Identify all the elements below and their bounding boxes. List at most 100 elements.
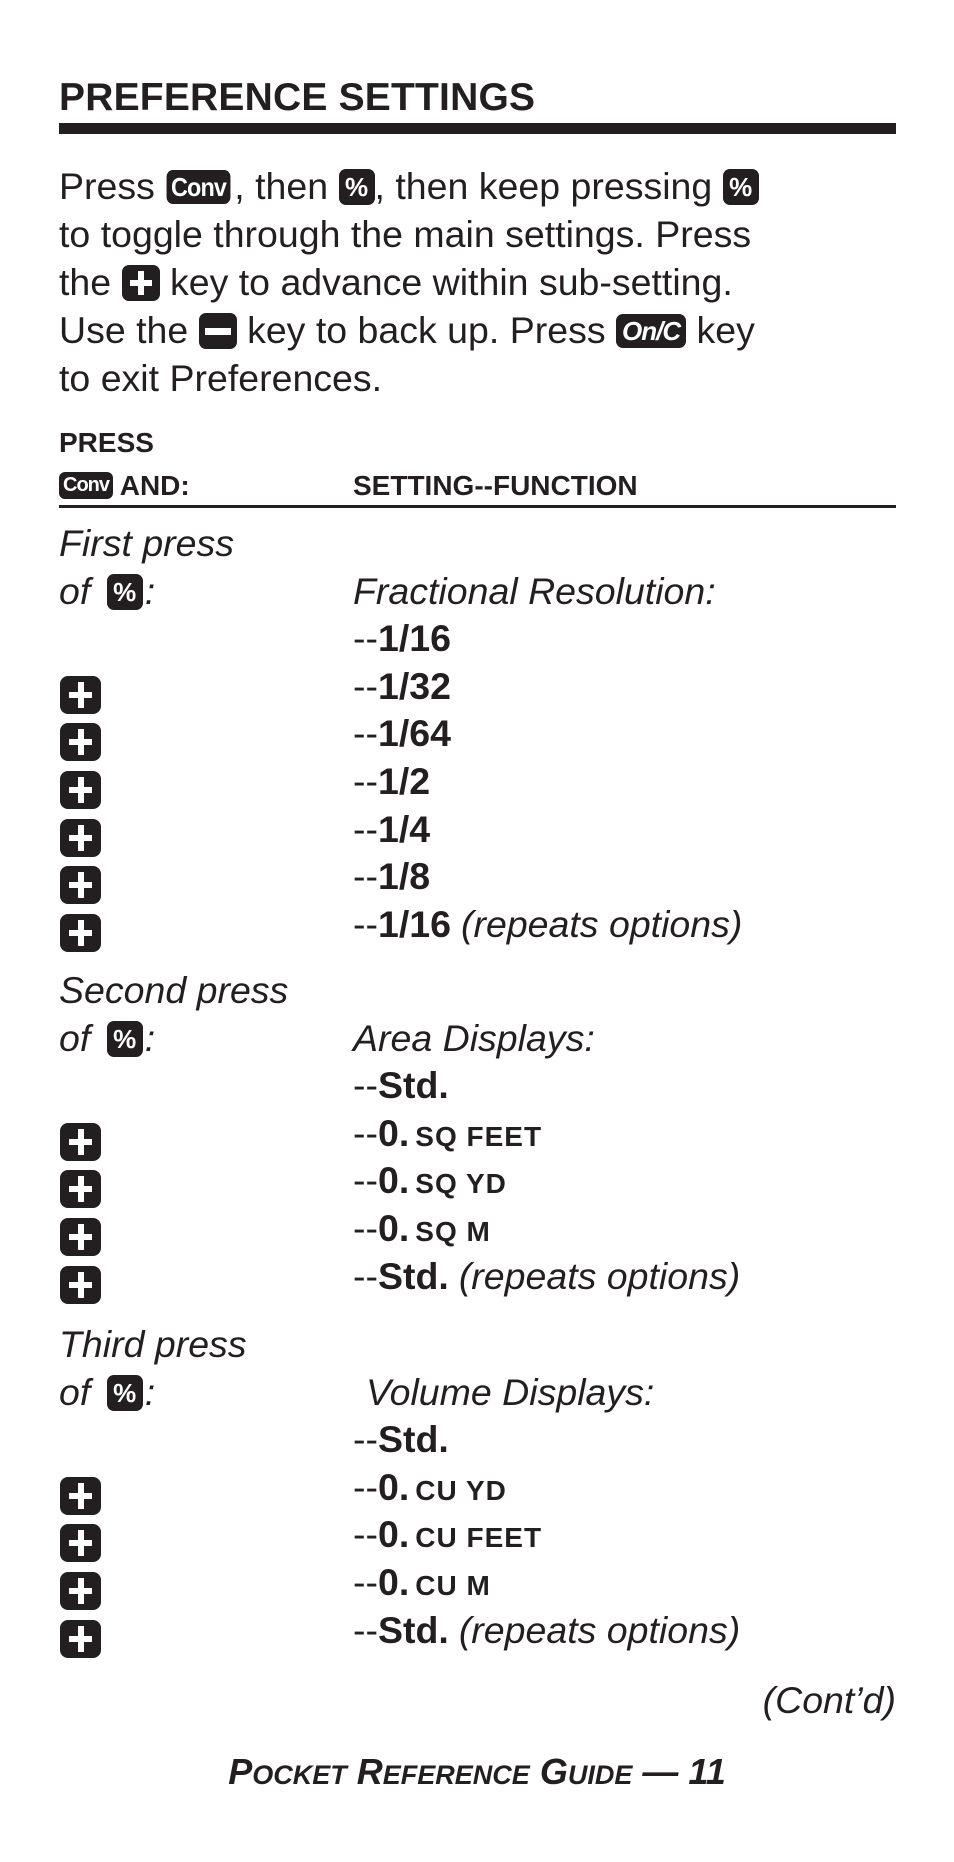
conv-key-icon: Conv: [59, 472, 113, 500]
option-value: --0. SQ M: [353, 1204, 491, 1256]
option-row: --1/4: [0, 805, 954, 857]
repeat-note: (repeats options): [458, 1254, 741, 1297]
intro-text: key: [686, 309, 755, 351]
section-press-row: Third press: [0, 1320, 954, 1368]
option-value: --Std. (repeats options): [353, 1606, 740, 1654]
option-value: --1/2: [353, 757, 430, 805]
intro-line-1: Press Conv, then %, then keep pressing %: [59, 162, 909, 210]
option-number: 0.: [377, 1111, 410, 1154]
plus-key-icon: [60, 1265, 101, 1304]
press-of-text: of: [59, 1016, 101, 1059]
option-number: 1/32: [377, 664, 451, 707]
option-number: Std.: [377, 1418, 449, 1461]
footer-text: R: [346, 1751, 383, 1792]
option-prefix: --: [353, 855, 378, 898]
option-value: --0. SQ YD: [353, 1156, 507, 1208]
press-instruction: Third press: [59, 1323, 247, 1365]
option-number: 1/8: [377, 855, 431, 898]
column-header-press: PRESS: [59, 427, 154, 458]
option-value: --1/8: [353, 852, 430, 900]
option-prefix: --: [353, 1064, 378, 1107]
intro-text: Use the: [59, 309, 199, 351]
option-row: --Std.: [0, 1415, 954, 1463]
press-colon: :: [144, 1370, 156, 1413]
option-prefix: --: [353, 1608, 378, 1651]
plus-key-icon: [60, 913, 101, 952]
option-prefix: --: [353, 807, 378, 850]
option-unit: SQ YD: [415, 1168, 507, 1200]
intro-paragraph: Press Conv, then %, then keep pressing %…: [59, 162, 909, 402]
press-instruction: of %:: [59, 567, 155, 615]
option-row: --0. SQ M: [0, 1204, 954, 1257]
option-number: 1/2: [377, 760, 431, 802]
option-value: --1/16: [353, 614, 451, 662]
intro-text: Press: [59, 165, 166, 207]
option-unit: CU M: [415, 1570, 491, 1601]
option-number: 1/4: [377, 807, 431, 850]
press-instruction: Second press: [59, 969, 289, 1011]
option-prefix: --: [353, 1418, 378, 1461]
setting-name: Fractional Resolution:: [353, 569, 716, 612]
title-rule: [59, 123, 896, 134]
option-row: --0. SQ YD: [0, 1156, 954, 1209]
intro-line-2: to toggle through the main settings. Pre…: [59, 213, 752, 255]
intro-line-3: the key to advance within sub-setting.: [59, 258, 909, 306]
percent-key-icon: %: [338, 169, 375, 206]
option-value: --Std.: [353, 1415, 449, 1463]
option-value: --1/32: [353, 662, 451, 710]
percent-key-icon: %: [106, 1374, 143, 1411]
option-prefix: --: [353, 1465, 378, 1508]
percent-key-icon: %: [106, 573, 143, 610]
option-number: 1/64: [377, 712, 451, 755]
option-value: --Std. (repeats options): [353, 1252, 740, 1300]
page-title: PREFERENCE SETTINGS: [59, 76, 536, 119]
option-row: --1/8: [0, 852, 954, 905]
plus-key-wrapper: [60, 1258, 101, 1306]
option-number: Std.: [377, 1254, 449, 1297]
press-colon: :: [144, 569, 156, 612]
plus-key-wrapper: [60, 1612, 101, 1660]
option-number: 1/16: [377, 902, 451, 945]
option-prefix: --: [353, 760, 378, 802]
header-rule: [59, 505, 896, 508]
option-unit: SQ M: [415, 1216, 491, 1247]
option-prefix: --: [353, 1513, 378, 1556]
option-number: Std.: [377, 1608, 449, 1651]
option-row: --1/16 (repeats options): [0, 900, 954, 952]
intro-text: , then: [234, 165, 339, 207]
plus-key-icon: [121, 265, 160, 302]
option-unit: CU YD: [415, 1474, 507, 1506]
plus-key-icon: [60, 1572, 101, 1611]
percent-key-icon: %: [722, 169, 759, 206]
option-row: --Std.: [0, 1061, 954, 1109]
option-prefix: --: [353, 1111, 378, 1154]
footer-text: UIDE: [567, 1760, 633, 1790]
intro-text: the: [59, 261, 122, 303]
press-instruction: of %:: [59, 1368, 155, 1416]
intro-line-4: Use the key to back up. Press On/C key: [59, 306, 909, 354]
conv-key-icon: Conv: [166, 170, 231, 205]
option-value: --0. SQ FEET: [353, 1109, 542, 1161]
option-row: --0. CU YD: [0, 1463, 954, 1515]
option-row: --0. CU FEET: [0, 1510, 954, 1563]
page-footer: POCKET REFERENCE GUIDE — 11: [0, 1752, 954, 1795]
plus-key-icon: [60, 771, 101, 810]
option-prefix: --: [353, 902, 378, 945]
option-value: --0. CU FEET: [353, 1510, 542, 1562]
intro-text: , then keep pressing: [374, 165, 723, 207]
footer-text: G: [529, 1751, 568, 1792]
plus-key-wrapper: [60, 906, 101, 954]
plus-key-icon: [60, 675, 101, 714]
intro-text: key to advance within sub-setting.: [159, 261, 733, 303]
option-row: --Std. (repeats options): [0, 1252, 954, 1304]
option-unit: CU FEET: [415, 1522, 543, 1554]
option-row: --1/2: [0, 757, 954, 810]
option-prefix: --: [353, 1254, 378, 1297]
option-value: --0. CU YD: [353, 1463, 507, 1515]
option-row: --1/64: [0, 709, 954, 762]
setting-name: Area Displays:: [353, 1016, 595, 1059]
option-row: --0. CU M: [0, 1558, 954, 1611]
press-of-text: of: [59, 1370, 101, 1413]
press-instruction: of %:: [59, 1014, 155, 1062]
column-header-setting-function: SETTING--FUNCTION: [353, 470, 638, 501]
